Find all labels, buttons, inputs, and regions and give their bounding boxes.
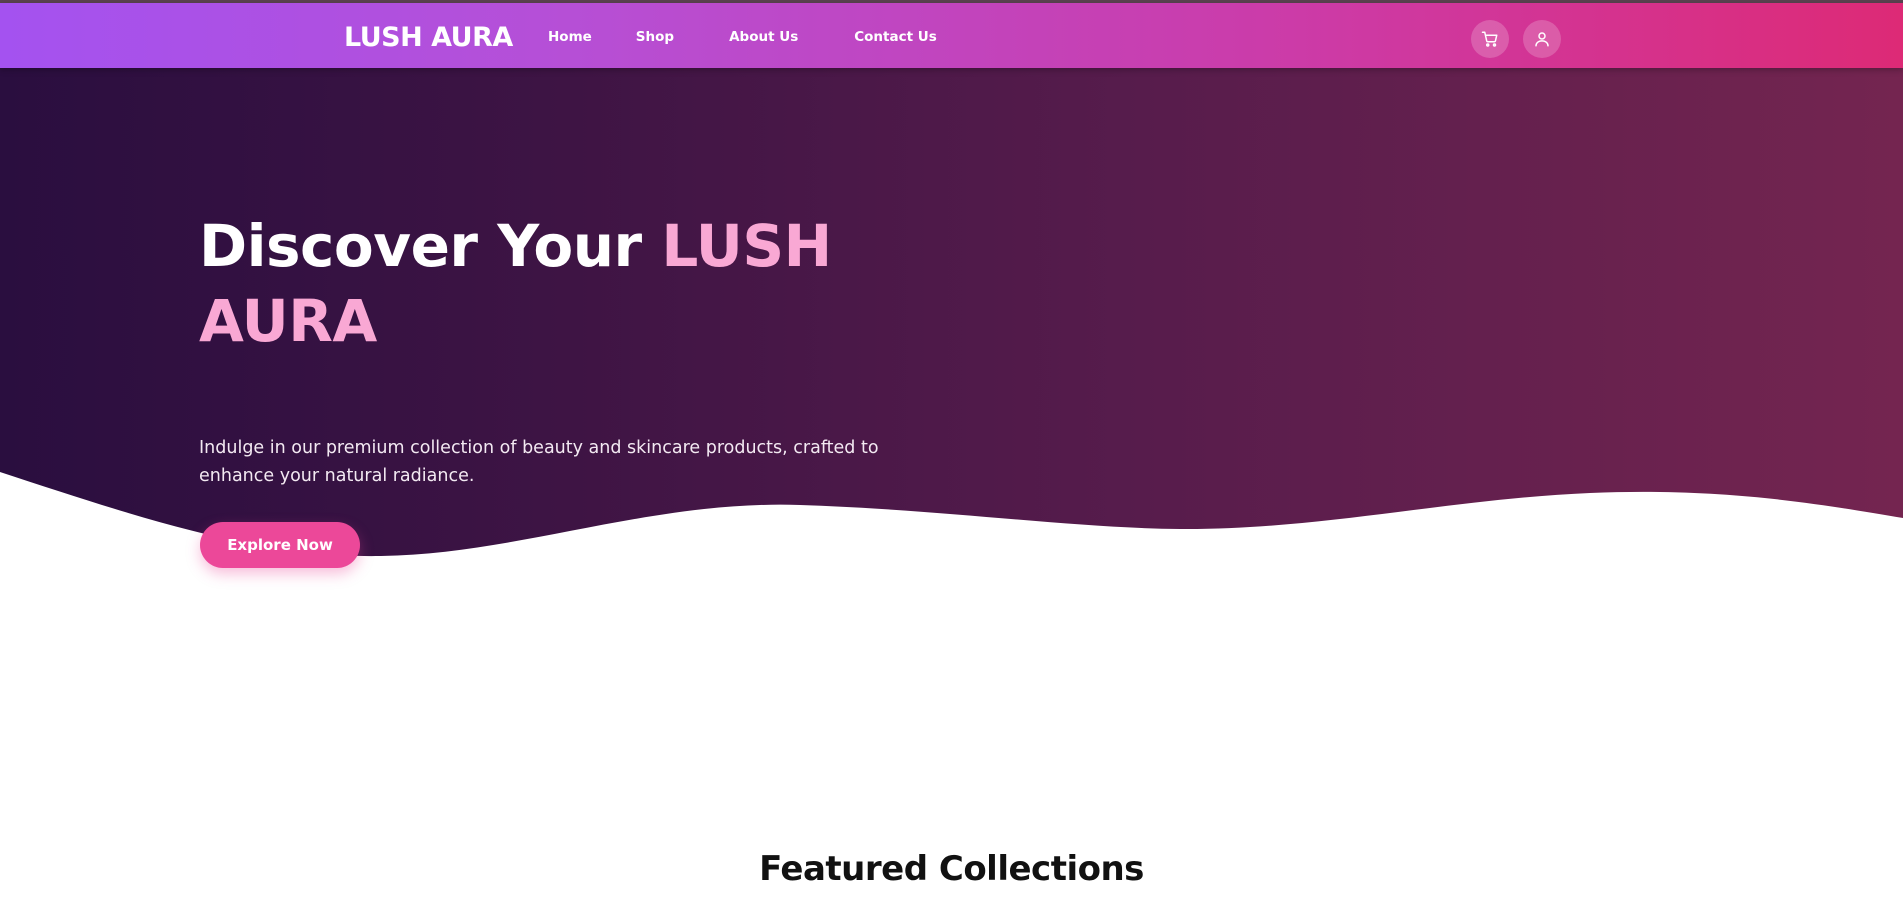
user-account-button[interactable] <box>1523 20 1561 58</box>
cart-icon <box>1481 31 1498 47</box>
hero-title-main: Discover Your <box>199 212 662 280</box>
cart-button[interactable] <box>1471 20 1509 58</box>
hero-title: Discover Your LUSH AURA <box>199 209 899 359</box>
navbar: LUSH AURA Home Shop About Us Contact Us <box>0 3 1903 68</box>
featured-collections-title: Featured Collections <box>759 849 1144 889</box>
nav-link-about-us[interactable]: About Us <box>729 27 798 47</box>
nav-link-home[interactable]: Home <box>548 27 592 47</box>
main-nav: Home Shop About Us Contact Us <box>548 27 937 47</box>
explore-now-button[interactable]: Explore Now <box>200 522 360 568</box>
brand-logo[interactable]: LUSH AURA <box>344 21 513 55</box>
hero-subtitle: Indulge in our premium collection of bea… <box>199 438 879 486</box>
nav-link-shop[interactable]: Shop <box>636 27 674 47</box>
nav-link-contact-us[interactable]: Contact Us <box>854 27 937 47</box>
user-icon <box>1535 32 1549 47</box>
